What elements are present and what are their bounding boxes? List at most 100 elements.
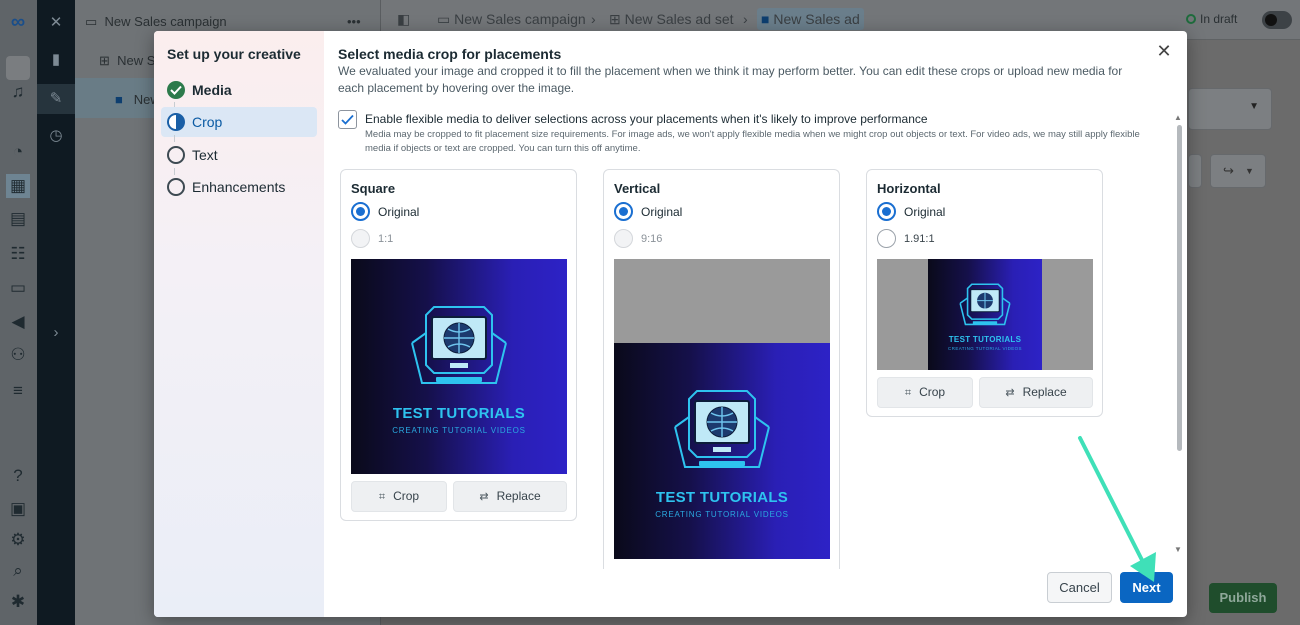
background-dropdown[interactable]: ▼ (1188, 88, 1272, 130)
flexible-media-checkbox[interactable] (338, 110, 357, 129)
chart-icon[interactable]: ▮ (44, 48, 68, 72)
flexible-media-help: Media may be cropped to fit placement si… (365, 129, 1140, 154)
radio-label: Original (641, 205, 683, 219)
megaphone-icon[interactable]: ◀ (6, 310, 30, 334)
step-crop[interactable]: Crop (161, 107, 317, 137)
tree-ad-row[interactable]: ■ New (115, 92, 160, 107)
scroll-down-icon[interactable]: ▼ (1174, 545, 1182, 554)
content-scrollbar[interactable]: ▲ ▼ (1173, 113, 1185, 554)
menu-icon[interactable]: ≡ (6, 379, 30, 403)
close-editor-icon[interactable]: ✕ (44, 11, 68, 35)
step-media[interactable]: Media (161, 75, 317, 105)
ad-on-off-toggle[interactable] (1262, 11, 1292, 29)
publish-button[interactable]: Publish (1209, 583, 1277, 613)
step-label: Text (192, 147, 218, 163)
step-enhancements[interactable]: Enhancements (161, 172, 317, 202)
empty-circle-icon (167, 178, 185, 196)
more-options-icon[interactable]: ••• (347, 14, 361, 29)
computer-logo-icon (674, 390, 770, 468)
breadcrumb-adset[interactable]: ⊞ New Sales ad set (609, 11, 734, 28)
image-tagline: CREATING TUTORIAL VIDEOS (948, 346, 1022, 351)
radio-original[interactable] (351, 202, 370, 221)
scroll-up-icon[interactable]: ▲ (1174, 113, 1182, 122)
expand-icon[interactable]: › (44, 321, 68, 345)
status-badge: In draft (1186, 12, 1237, 26)
crop-button[interactable]: ⌗ Crop (877, 377, 973, 408)
card-title: Vertical (614, 181, 661, 196)
radio-label: Original (378, 205, 420, 219)
cancel-button[interactable]: Cancel (1047, 572, 1112, 603)
placement-card-square: Square Original 1:1 TEST TUTORIALS CREAT… (340, 169, 577, 521)
ad-icon: ■ (115, 92, 123, 107)
breadcrumb-campaign[interactable]: ▭ New Sales campaign (437, 11, 586, 28)
crop-icon: ⌗ (904, 387, 912, 399)
placement-card-vertical: Vertical Original 9:16 TEST TUTORIALS CR… (603, 169, 840, 569)
close-icon[interactable]: ✕ (1156, 42, 1172, 60)
caret-down-icon: ▼ (1245, 166, 1254, 176)
sidebar-title: Set up your creative (167, 46, 301, 62)
tree-campaign-row[interactable]: ▭ New Sales campaign (85, 14, 227, 30)
grid-icon: ⊞ (609, 11, 621, 27)
folder-icon: ▭ (85, 14, 98, 29)
help-icon[interactable]: ? (6, 464, 30, 488)
breadcrumb-separator: › (743, 11, 748, 27)
step-label: Enhancements (192, 179, 286, 195)
horizontal-preview-image[interactable]: TEST TUTORIALS CREATING TUTORIAL VIDEOS (877, 259, 1093, 370)
bug-icon[interactable]: ✱ (6, 590, 30, 614)
grid-icon: ⊞ (99, 53, 110, 68)
scroll-thumb[interactable] (1177, 125, 1182, 451)
radio-original[interactable] (614, 202, 633, 221)
background-button[interactable] (1188, 154, 1202, 188)
edit-icon[interactable]: ✎ (37, 84, 75, 114)
next-button[interactable]: Next (1120, 572, 1173, 603)
step-label: Media (192, 82, 232, 98)
swap-icon: ⇄ (1005, 387, 1015, 399)
image-tagline: CREATING TUTORIAL VIDEOS (655, 510, 789, 519)
gauge-icon[interactable]: ◔ (6, 140, 30, 164)
computer-logo-icon (411, 306, 507, 384)
editor-nav-rail: ✕ ▮ ✎ ◷ › (37, 0, 75, 625)
radio-original[interactable] (877, 202, 896, 221)
card-title: Square (351, 181, 396, 196)
breadcrumb-ad[interactable]: ■ New Sales ad (757, 8, 864, 30)
card-title: Horizontal (877, 181, 941, 196)
radio-label: 1:1 (378, 233, 394, 245)
radio-ratio[interactable] (877, 229, 896, 248)
account-avatar[interactable] (6, 56, 30, 80)
radio-label: 9:16 (641, 233, 663, 245)
caret-down-icon: ▼ (1249, 101, 1259, 112)
crop-button[interactable]: ⌗ Crop (351, 481, 447, 512)
search-icon[interactable]: ⌕ (6, 559, 30, 583)
report-icon[interactable]: ▣ (6, 497, 30, 521)
vertical-preview-image[interactable]: TEST TUTORIALS CREATING TUTORIAL VIDEOS (614, 259, 830, 559)
radio-ratio[interactable] (614, 229, 633, 248)
replace-button[interactable]: ⇄ Replace (453, 481, 567, 512)
radio-ratio[interactable] (351, 229, 370, 248)
global-nav-rail: ∞ ♫ ◔ ▦ ▤ ☷ ▭ ◀ ⚇ ≡ ? ▣ ⚙ ⌕ ✱ (0, 0, 37, 625)
step-text[interactable]: Text (161, 140, 317, 170)
replace-button[interactable]: ⇄ Replace (979, 377, 1093, 408)
radio-label: 1.91:1 (904, 233, 935, 245)
square-preview-image[interactable]: TEST TUTORIALS CREATING TUTORIAL VIDEOS (351, 259, 567, 474)
network-icon[interactable]: ⚇ (6, 343, 30, 367)
breadcrumb-separator: › (591, 11, 596, 27)
bell-icon[interactable]: ♫ (6, 80, 30, 104)
billing-icon[interactable]: ▭ (6, 276, 30, 300)
image-tagline: CREATING TUTORIAL VIDEOS (392, 426, 526, 435)
audience-icon[interactable]: ☷ (6, 242, 30, 266)
flexible-media-label: Enable flexible media to deliver selecti… (365, 112, 928, 126)
pages-icon[interactable]: ▤ (6, 207, 30, 231)
table-icon[interactable]: ▦ (6, 174, 30, 198)
tree-adset-row[interactable]: ⊞ New S (99, 53, 155, 69)
history-icon[interactable]: ◷ (44, 124, 68, 148)
step-label: Crop (192, 114, 223, 130)
share-dropdown[interactable]: ↪ ▼ (1210, 154, 1266, 188)
ad-icon: ■ (761, 11, 770, 27)
horizontal-image-content: TEST TUTORIALS CREATING TUTORIAL VIDEOS (928, 259, 1042, 370)
settings-icon[interactable]: ⚙ (6, 528, 30, 552)
meta-logo-icon: ∞ (10, 11, 26, 33)
image-headline: TEST TUTORIALS (948, 335, 1022, 344)
panel-toggle-icon[interactable]: ◧ (397, 11, 410, 28)
share-icon: ↪ (1223, 163, 1234, 178)
empty-circle-icon (167, 146, 185, 164)
